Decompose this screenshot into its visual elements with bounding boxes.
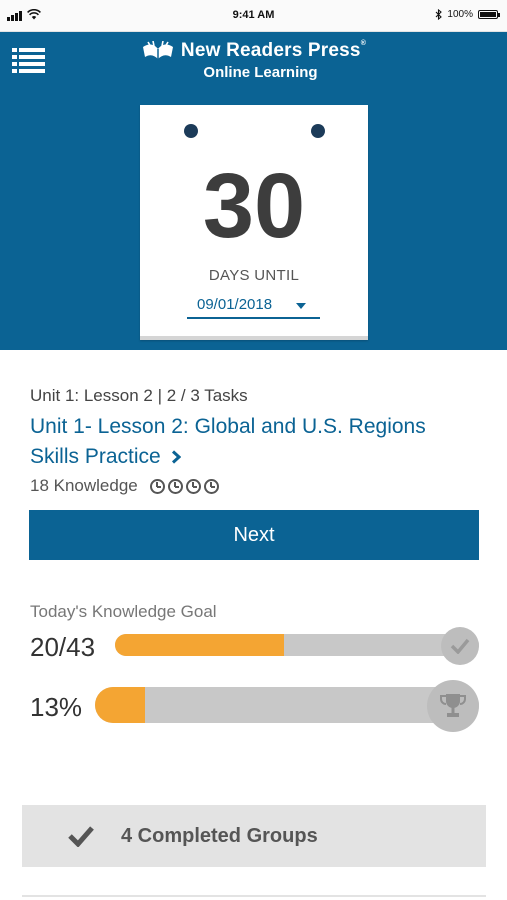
clock-icon (203, 478, 219, 494)
calendar-ring-hole (184, 124, 198, 138)
checkmark-icon (450, 638, 470, 654)
clock-icon (149, 478, 165, 494)
percent-progress-text: 13% (30, 692, 83, 722)
goal-check-badge (441, 627, 479, 665)
countdown-calendar-card: 30 DAYS UNTIL 09/01/2018 (140, 105, 368, 340)
brand-logo: New Readers Press® Online Learning (0, 40, 507, 81)
completed-groups-label: 4 Completed Groups (121, 824, 318, 847)
time-estimate (149, 478, 219, 494)
knowledge-progress-text: 20/43 (30, 632, 96, 662)
target-date-dropdown[interactable]: 09/01/2018 (187, 292, 320, 319)
lesson-title-text: Unit 1- Lesson 2: Global and U.S. Region… (30, 415, 426, 468)
percent-progress-bar (95, 687, 479, 723)
bluetooth-icon (436, 9, 443, 20)
target-date-value: 09/01/2018 (197, 296, 273, 313)
knowledge-row: 18 Knowledge (30, 476, 219, 496)
days-until-label: DAYS UNTIL (208, 267, 300, 284)
calendar-ring-hole (311, 124, 325, 138)
checkmark-icon (68, 826, 94, 847)
days-count: 30 (202, 155, 306, 257)
knowledge-progress-fill (115, 634, 285, 656)
lesson-title-link[interactable]: Unit 1- Lesson 2: Global and U.S. Region… (30, 412, 480, 472)
trophy-badge (427, 680, 479, 732)
next-button[interactable]: Next (29, 510, 479, 560)
open-book-icon (142, 41, 173, 59)
battery-icon (478, 10, 500, 19)
goal-label: Today's Knowledge Goal (30, 602, 217, 621)
divider (22, 895, 486, 897)
status-bar: 9:41 AM 100% (0, 0, 507, 32)
header: New Readers Press® Online Learning 30 DA… (0, 32, 507, 350)
trophy-icon (440, 694, 466, 717)
knowledge-progress-bar (115, 634, 479, 656)
clock-icon (167, 478, 183, 494)
status-right: 100% (435, 9, 500, 20)
clock-icon (185, 478, 201, 494)
knowledge-points: 18 Knowledge (30, 476, 138, 495)
lesson-meta: Unit 1: Lesson 2 | 2 / 3 Tasks (30, 386, 248, 405)
completed-groups-panel[interactable]: 4 Completed Groups (22, 805, 486, 867)
brand-subtitle: Online Learning (203, 64, 318, 81)
status-time: 9:41 AM (232, 9, 275, 21)
percent-progress-fill (95, 687, 145, 723)
caret-down-icon (296, 303, 306, 309)
battery-percent: 100% (447, 9, 473, 20)
chevron-right-icon (171, 450, 181, 464)
brand-title: New Readers Press® (180, 40, 367, 61)
